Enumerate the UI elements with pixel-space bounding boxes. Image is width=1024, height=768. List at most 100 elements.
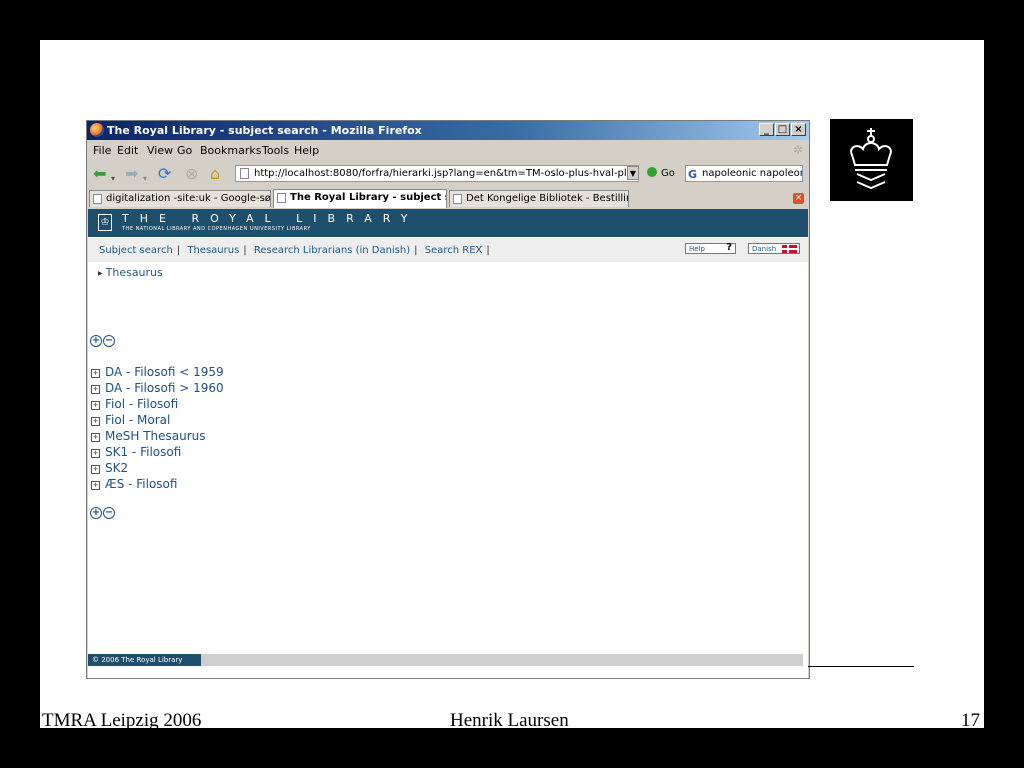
forward-dropdown-icon[interactable]: ▾	[143, 170, 147, 188]
maximize-button[interactable]: □	[775, 123, 790, 136]
tree-item[interactable]: + Fiol - Filosofi	[91, 396, 224, 412]
tree-item-label[interactable]: SK1 - Filosofi	[105, 445, 181, 459]
throbber-icon: ✲	[793, 143, 804, 157]
tree-item-label[interactable]: DA - Filosofi < 1959	[105, 365, 224, 379]
menu-view[interactable]: View	[147, 144, 173, 157]
go-icon	[647, 167, 657, 177]
footer-rule	[808, 666, 914, 667]
tab-label: The Royal Library - subject s...	[290, 192, 447, 203]
forward-icon[interactable]: ➡	[125, 165, 138, 183]
expand-all-icon[interactable]: +	[90, 335, 102, 347]
library-subtitle: THE NATIONAL LIBRARY AND COPENHAGEN UNIV…	[122, 226, 311, 232]
tree-item-label[interactable]: DA - Filosofi > 1960	[105, 381, 224, 395]
nav-subject-search[interactable]: Subject search	[99, 245, 173, 256]
navigation-toolbar: ⬅ ▾ ➡ ▾ ⟳ ⊗ ⌂ http://localhost:8080/forf…	[87, 161, 809, 187]
expand-icon[interactable]: +	[91, 401, 100, 410]
nav-search-rex[interactable]: Search REX	[425, 245, 483, 256]
danish-language-button[interactable]: Danish	[748, 243, 800, 254]
menu-bookmarks[interactable]: Bookmarks	[200, 144, 261, 157]
library-footer: © 2006 The Royal Library	[88, 654, 803, 666]
tree-item[interactable]: + Fiol - Moral	[91, 412, 224, 428]
collapse-all-icon[interactable]: −	[103, 507, 115, 519]
close-tab-button[interactable]: ×	[793, 193, 804, 204]
library-name: THE ROYAL LIBRARY	[122, 212, 419, 225]
tree-item[interactable]: + SK2	[91, 460, 224, 476]
back-icon[interactable]: ⬅	[93, 165, 106, 183]
footer-conference: TMRA Leipzig 2006	[42, 710, 202, 731]
menu-bar: File Edit View Go Bookmarks Tools Help ✲	[87, 141, 809, 159]
window-title: The Royal Library - subject search - Moz…	[107, 124, 422, 137]
menu-help[interactable]: Help	[294, 144, 319, 157]
reload-icon[interactable]: ⟳	[158, 165, 171, 183]
menu-tools[interactable]: Tools	[262, 144, 289, 157]
library-emblem-icon: ♔	[98, 214, 112, 231]
tree-item-label[interactable]: Fiol - Filosofi	[105, 397, 178, 411]
tree-item-label[interactable]: MeSH Thesaurus	[105, 429, 206, 443]
tab-google[interactable]: digitalization -site:uk - Google-søg...	[89, 190, 271, 207]
page-content: ♔ THE ROYAL LIBRARY THE NATIONAL LIBRARY…	[88, 209, 808, 678]
go-button[interactable]: Go	[647, 167, 675, 179]
expand-icon[interactable]: +	[91, 481, 100, 490]
browser-window: The Royal Library - subject search - Moz…	[86, 120, 810, 679]
help-label: Help	[689, 245, 705, 253]
nav-thesaurus[interactable]: Thesaurus	[187, 245, 239, 256]
expand-collapse-controls: + −	[90, 333, 116, 347]
minimize-button[interactable]: _	[759, 123, 774, 136]
tree-item[interactable]: + SK1 - Filosofi	[91, 444, 224, 460]
expand-icon[interactable]: +	[91, 449, 100, 458]
nav-research-librarians[interactable]: Research Librarians (in Danish)	[254, 245, 410, 256]
footer-author: Henrik Laursen	[450, 710, 569, 731]
url-dropdown-button[interactable]: ▼	[627, 166, 639, 180]
expand-all-icon[interactable]: +	[90, 507, 102, 519]
window-titlebar[interactable]: The Royal Library - subject search - Moz…	[87, 121, 809, 140]
home-icon[interactable]: ⌂	[210, 165, 220, 183]
page-icon	[240, 168, 249, 179]
breadcrumb-thesaurus[interactable]: Thesaurus	[106, 266, 163, 279]
google-icon	[93, 194, 102, 204]
tree-item[interactable]: + ÆS - Filosofi	[91, 476, 224, 492]
url-input[interactable]: http://localhost:8080/forfra/hierarki.js…	[235, 165, 639, 182]
tab-bestillinger[interactable]: Det Kongelige Bibliotek - Bestillinger	[449, 190, 629, 207]
url-text: http://localhost:8080/forfra/hierarki.js…	[254, 168, 639, 179]
tree-item[interactable]: + MeSH Thesaurus	[91, 428, 224, 444]
expand-icon[interactable]: +	[91, 417, 100, 426]
thesaurus-tree: + DA - Filosofi < 1959 + DA - Filosofi > 1…	[91, 364, 224, 492]
close-button[interactable]: ×	[791, 123, 806, 136]
go-label: Go	[661, 168, 675, 179]
copyright-text: © 2006 The Royal Library	[88, 654, 201, 666]
firefox-icon	[90, 123, 104, 137]
expand-icon[interactable]: +	[91, 385, 100, 394]
expand-icon[interactable]: +	[91, 465, 100, 474]
google-icon: G	[688, 168, 698, 181]
library-nav: Subject search | Thesaurus | Research Libr…	[88, 238, 808, 262]
tab-royal-library[interactable]: The Royal Library - subject s...	[273, 189, 447, 208]
crown-logo-icon	[850, 128, 892, 190]
tree-item-label[interactable]: SK2	[105, 461, 128, 475]
tab-bar: digitalization -site:uk - Google-søg... …	[87, 189, 809, 208]
back-dropdown-icon[interactable]: ▾	[111, 170, 115, 188]
stop-icon[interactable]: ⊗	[185, 165, 198, 183]
arrow-right-icon: ▶	[98, 270, 103, 277]
expand-collapse-controls-bottom: + −	[90, 505, 116, 519]
search-input[interactable]: G napoleonic napoleon	[685, 165, 803, 182]
search-value: napoleonic napoleon	[702, 168, 803, 179]
collapse-all-icon[interactable]: −	[103, 335, 115, 347]
tree-item[interactable]: + DA - Filosofi > 1960	[91, 380, 224, 396]
menu-file[interactable]: File	[93, 144, 111, 157]
danish-label: Danish	[752, 245, 777, 253]
expand-icon[interactable]: +	[91, 433, 100, 442]
page-icon	[453, 194, 462, 204]
help-button[interactable]: Help ?	[685, 243, 736, 254]
expand-icon[interactable]: +	[91, 369, 100, 378]
tab-label: Det Kongelige Bibliotek - Bestillinger	[466, 193, 628, 204]
library-header: ♔ THE ROYAL LIBRARY THE NATIONAL LIBRARY…	[88, 209, 808, 237]
page-icon	[277, 193, 286, 203]
royal-library-logo	[830, 119, 913, 201]
tree-item[interactable]: + DA - Filosofi < 1959	[91, 364, 224, 380]
footer-page-number: 17	[961, 710, 980, 731]
menu-edit[interactable]: Edit	[117, 144, 138, 157]
tab-label: digitalization -site:uk - Google-søg...	[106, 193, 271, 204]
menu-go[interactable]: Go	[177, 144, 192, 157]
tree-item-label[interactable]: ÆS - Filosofi	[105, 477, 177, 491]
tree-item-label[interactable]: Fiol - Moral	[105, 413, 170, 427]
